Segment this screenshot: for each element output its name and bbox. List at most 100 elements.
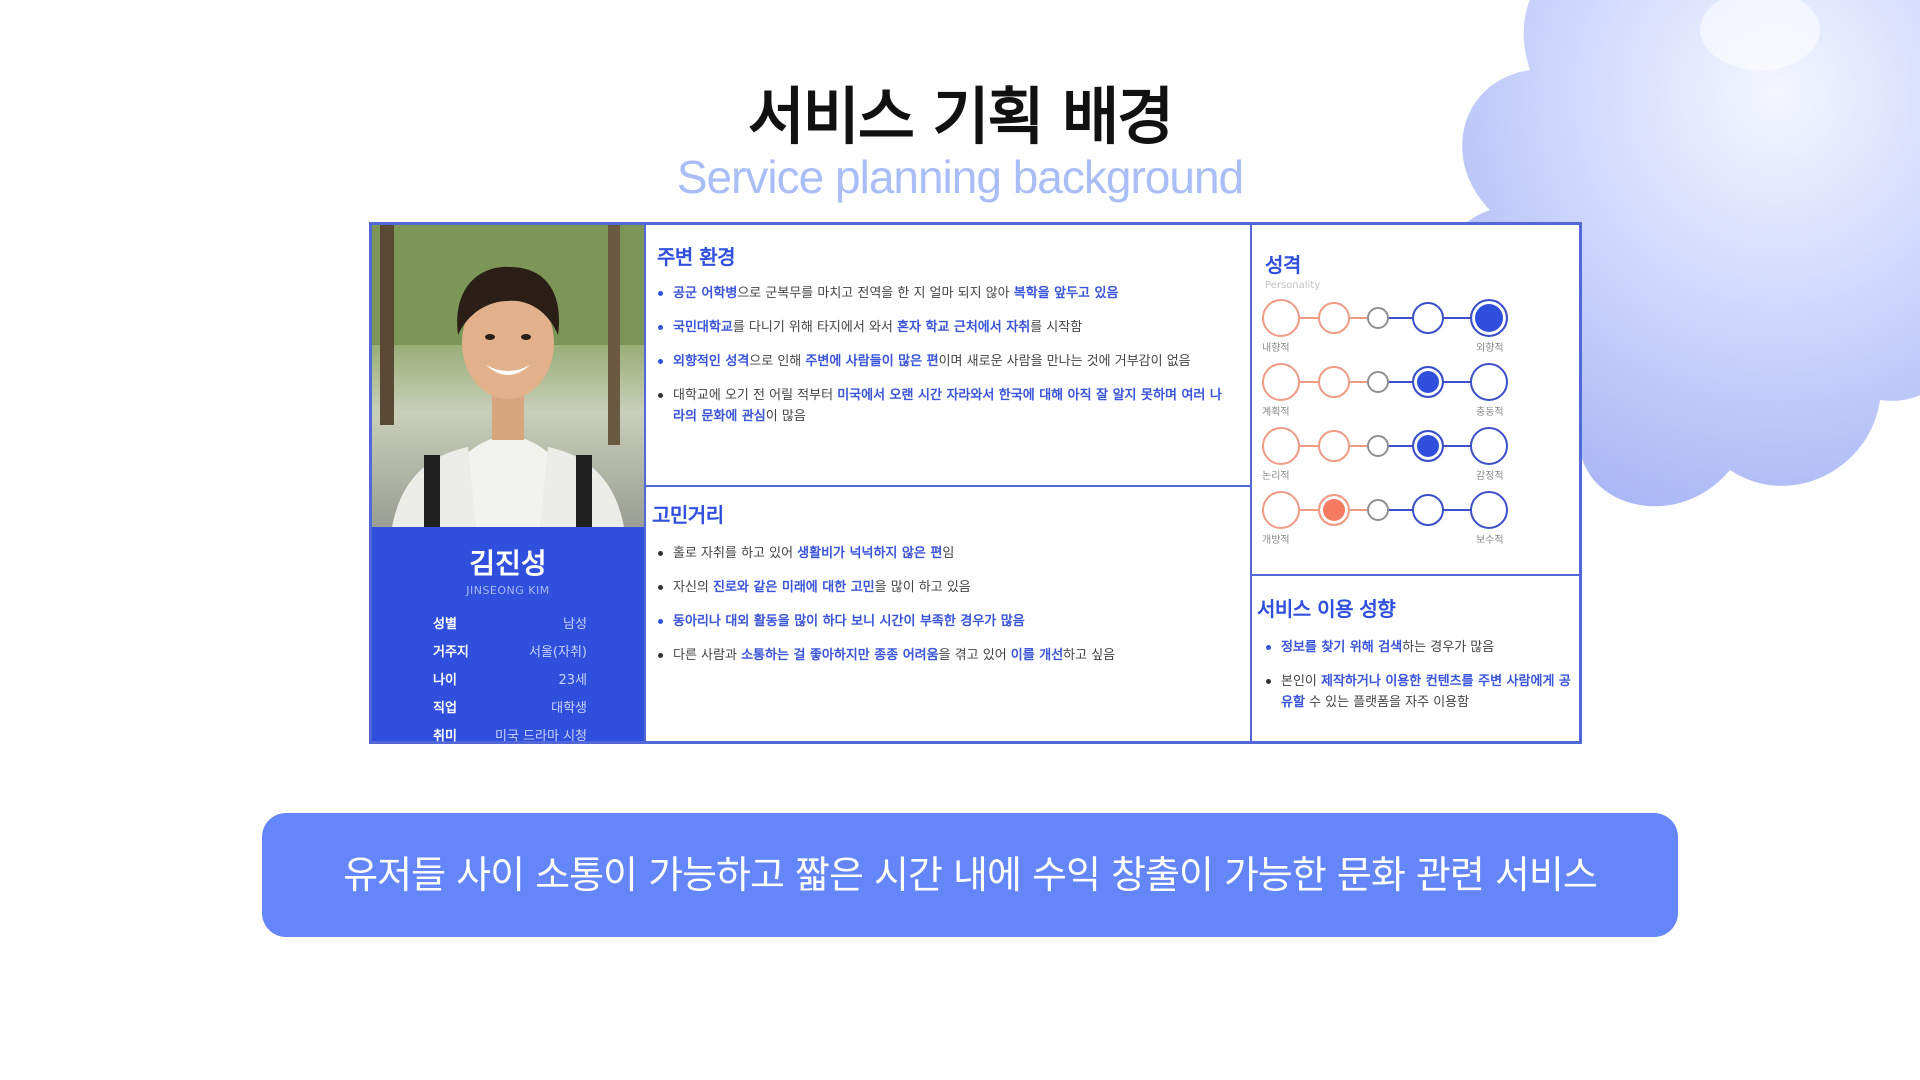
personality-scale: 내향적 외향적	[1262, 291, 1562, 354]
body-text: 자신의	[673, 580, 714, 595]
body-text: 이며 새로운 사람을 만나는 것에 거부감이 없음	[938, 354, 1191, 369]
scale-dot	[1470, 491, 1508, 529]
scale-left-label: 내향적	[1262, 343, 1290, 354]
scale-left-label: 개방적	[1262, 535, 1290, 546]
scale-dot	[1470, 363, 1508, 401]
scale-dot	[1262, 363, 1300, 401]
scale-dot	[1318, 302, 1350, 334]
list-item: 공군 어학병으로 군복무를 마치고 전역을 한 지 얼마 되지 않아 복학을 앞…	[657, 283, 1227, 304]
highlight-text: 정보를 찾기 위해 검색	[1281, 640, 1403, 655]
highlight-text: 복학을 앞두고 있음	[1013, 286, 1119, 301]
section-title-environment: 주변 환경	[657, 245, 736, 269]
scale-right-label: 감정적	[1476, 471, 1504, 482]
personality-scales: 내향적 외향적계획적 충동적논리적 감정적개방적 보수적	[1252, 291, 1579, 571]
divider	[646, 485, 1250, 487]
scale-dot	[1367, 499, 1389, 521]
list-item: 자신의 진로와 같은 미래에 대한 고민을 많이 하고 있음	[657, 577, 1227, 598]
service-usage-list: 정보를 찾기 위해 검색하는 경우가 많음본인이 제작하거나 이용한 컨텐츠를 …	[1265, 637, 1575, 726]
personality-scale: 개방적 보수적	[1262, 483, 1562, 546]
body-text: 하는 경우가 많음	[1402, 640, 1495, 655]
scale-dot	[1367, 435, 1389, 457]
scale-dot	[1262, 491, 1300, 529]
list-item: 외향적인 성격으로 인해 주변에 사람들이 많은 편이며 새로운 사람을 만나는…	[657, 351, 1227, 372]
scale-dot	[1367, 307, 1389, 329]
section-title-service-usage: 서비스 이용 성향	[1257, 597, 1396, 621]
highlight-text: 공군 어학병	[673, 286, 738, 301]
scale-dot-selected	[1318, 494, 1350, 526]
list-item: 대학교에 오기 전 어릴 적부터 미국에서 오랜 시간 자라와서 한국에 대해 …	[657, 385, 1227, 427]
body-text: 으로 인해	[749, 354, 806, 369]
page-title: 서비스 기획 배경	[747, 80, 1174, 153]
profile-row-key: 직업	[433, 701, 457, 716]
summary-banner: 유저들 사이 소통이 가능하고 짧은 시간 내에 수익 창출이 가능한 문화 관…	[262, 813, 1678, 937]
profile-name: 김진성	[469, 547, 547, 580]
body-text: 를 시작함	[1030, 320, 1083, 335]
personality-scale: 논리적 감정적	[1262, 419, 1562, 482]
scale-dot	[1367, 371, 1389, 393]
body-text: 하고 싶음	[1063, 648, 1116, 663]
body-text: 홀로 자취를 하고 있어	[673, 546, 798, 561]
scale-left-label: 계획적	[1262, 407, 1290, 418]
profile-panel: 김진성 JINSEONG KIM 성별 남성 거주지 서울(자취) 나이 23세…	[372, 225, 644, 744]
divider	[1252, 574, 1579, 576]
profile-row-value: 23세	[558, 673, 587, 688]
section-title-concerns: 고민거리	[652, 503, 724, 527]
scale-left-label: 논리적	[1262, 471, 1290, 482]
profile-row-key: 취미	[433, 729, 457, 744]
highlight-text: 이를 개선	[1010, 648, 1064, 663]
section-title-personality: 성격	[1265, 253, 1301, 277]
scale-dot	[1318, 366, 1350, 398]
list-item: 국민대학교를 다니기 위해 타지에서 와서 혼자 학교 근처에서 자취를 시작함	[657, 317, 1227, 338]
body-text: 대학교에 오기 전 어릴 적부터	[673, 388, 838, 403]
persona-card: 김진성 JINSEONG KIM 성별 남성 거주지 서울(자취) 나이 23세…	[369, 222, 1582, 744]
scale-dot-selected	[1412, 430, 1444, 462]
profile-row-key: 성별	[433, 617, 457, 632]
profile-row-key: 나이	[433, 673, 457, 688]
scale-dot	[1412, 302, 1444, 334]
profile-row-value: 대학생	[551, 701, 587, 716]
highlight-text: 국민대학교	[673, 320, 733, 335]
scale-dot	[1318, 430, 1350, 462]
highlight-text: 주변에 사람들이 많은 편	[805, 354, 939, 369]
body-text: 으로 군복무를 마치고 전역을 한 지 얼마 되지 않아	[737, 286, 1014, 301]
section-subtitle-personality: Personality	[1265, 280, 1321, 291]
profile-row-key: 거주지	[433, 645, 469, 660]
profile-name-en: JINSEONG KIM	[466, 584, 550, 597]
list-item: 홀로 자취를 하고 있어 생활비가 넉넉하지 않은 편임	[657, 543, 1227, 564]
body-text: 을 많이 하고 있음	[874, 580, 971, 595]
concerns-list: 홀로 자취를 하고 있어 생활비가 넉넉하지 않은 편임자신의 진로와 같은 미…	[657, 543, 1227, 679]
highlight-text: 외향적인 성격	[673, 354, 750, 369]
body-text: 다른 사람과	[673, 648, 742, 663]
environment-list: 공군 어학병으로 군복무를 마치고 전역을 한 지 얼마 되지 않아 복학을 앞…	[657, 283, 1227, 440]
scale-dot	[1262, 299, 1300, 337]
page-subtitle: Service planning background	[676, 151, 1244, 203]
highlight-text: 생활비가 넉넉하지 않은 편	[797, 546, 943, 561]
profile-photo	[372, 225, 644, 527]
highlight-text: 진로와 같은 미래에 대한 고민	[713, 580, 875, 595]
scale-dot-selected	[1412, 366, 1444, 398]
profile-row-value: 서울(자취)	[529, 645, 587, 660]
divider	[644, 225, 646, 741]
highlight-text: 동아리나 대외 활동을 많이 하다 보니 시간이 부족한 경우가 많음	[673, 614, 1025, 629]
scale-dot	[1262, 427, 1300, 465]
list-item: 본인이 제작하거나 이용한 컨텐츠를 주변 사람에게 공유할 수 있는 플랫폼을…	[1265, 671, 1575, 713]
scale-dot	[1412, 494, 1444, 526]
list-item: 정보를 찾기 위해 검색하는 경우가 많음	[1265, 637, 1575, 658]
body-text: 이 많음	[765, 409, 806, 424]
scale-right-label: 충동적	[1476, 407, 1504, 418]
scale-right-label: 외향적	[1476, 343, 1504, 354]
personality-scale: 계획적 충동적	[1262, 355, 1562, 418]
body-text: 을 겪고 있어	[938, 648, 1011, 663]
scale-dot-selected	[1470, 299, 1508, 337]
profile-row-value: 미국 드라마 시청	[495, 729, 587, 744]
scale-right-label: 보수적	[1476, 535, 1504, 546]
body-text: 본인이	[1281, 674, 1322, 689]
body-text: 를 다니기 위해 타지에서 와서	[732, 320, 897, 335]
list-item: 다른 사람과 소통하는 걸 좋아하지만 종종 어려움을 겪고 있어 이를 개선하…	[657, 645, 1227, 666]
list-item: 동아리나 대외 활동을 많이 하다 보니 시간이 부족한 경우가 많음	[657, 611, 1227, 632]
highlight-text: 소통하는 걸 좋아하지만 종종 어려움	[741, 648, 939, 663]
highlight-text: 혼자 학교 근처에서 자취	[897, 320, 1031, 335]
scale-dot	[1470, 427, 1508, 465]
body-text: 임	[942, 546, 955, 561]
profile-row-value: 남성	[563, 617, 587, 632]
